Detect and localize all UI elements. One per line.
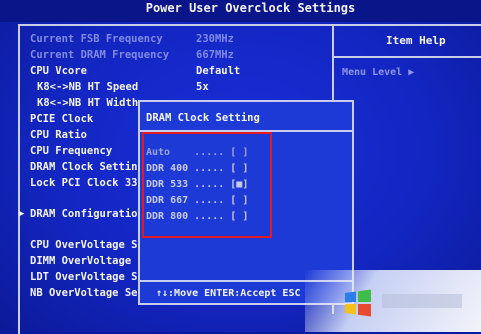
fsb-frequency-value: 230MHz [196,33,234,45]
menu-item-cpu-ratio[interactable]: CPU Ratio [30,129,87,142]
divider-horizontal [334,56,481,58]
menu-item-dram-configuration[interactable]: DRAM Configuratio [30,208,137,221]
menu-item-cpu-frequency[interactable]: CPU Frequency [30,145,112,158]
page-title: Power User Overclock Settings [145,1,356,15]
watermark-text-block [382,294,462,308]
red-highlight-box [142,132,272,238]
title-bar: Power User Overclock Settings [0,0,481,22]
menu-item-dram-clock[interactable]: DRAM Clock Settin [30,161,137,174]
popup-title: DRAM Clock Setting [146,112,260,124]
fsb-frequency-label: Current FSB Frequency [30,33,163,45]
dram-frequency-label: Current DRAM Frequency [30,49,170,61]
menu-item-lock-pci-clock[interactable]: Lock PCI Clock 33 [30,177,137,190]
menu-item-ldt-overvoltage[interactable]: LDT OverVoltage S [30,271,137,284]
windows-logo-icon [345,289,371,317]
menu-item-cpu-overvoltage[interactable]: CPU OverVoltage S [30,239,137,252]
menu-item-nb-overvoltage[interactable]: NB OverVoltage Se [30,287,137,300]
menu-item-ht-width[interactable]: K8<->NB HT Width [37,97,138,110]
menu-item-cpu-vcore[interactable]: CPU Vcore [30,65,87,78]
menu-level-text: Menu Level ▶ [342,67,415,78]
menu-item-ht-speed[interactable]: K8<->NB HT Speed [37,81,138,94]
ht-speed-value[interactable]: 5x [196,81,209,94]
item-help-title: Item Help [386,34,446,47]
submenu-arrow-icon: ▶ [19,209,25,219]
bios-screen: Power User Overclock Settings Current FS… [0,0,481,334]
popup-key-hints: ↑↓:Move ENTER:Accept ESC [156,288,301,299]
dram-frequency-value: 667MHz [196,49,234,61]
cpu-vcore-value[interactable]: Default [196,65,240,78]
menu-item-dimm-overvoltage[interactable]: DIMM OverVoltage [30,255,131,268]
menu-item-pcie-clock[interactable]: PCIE Clock [30,113,93,126]
